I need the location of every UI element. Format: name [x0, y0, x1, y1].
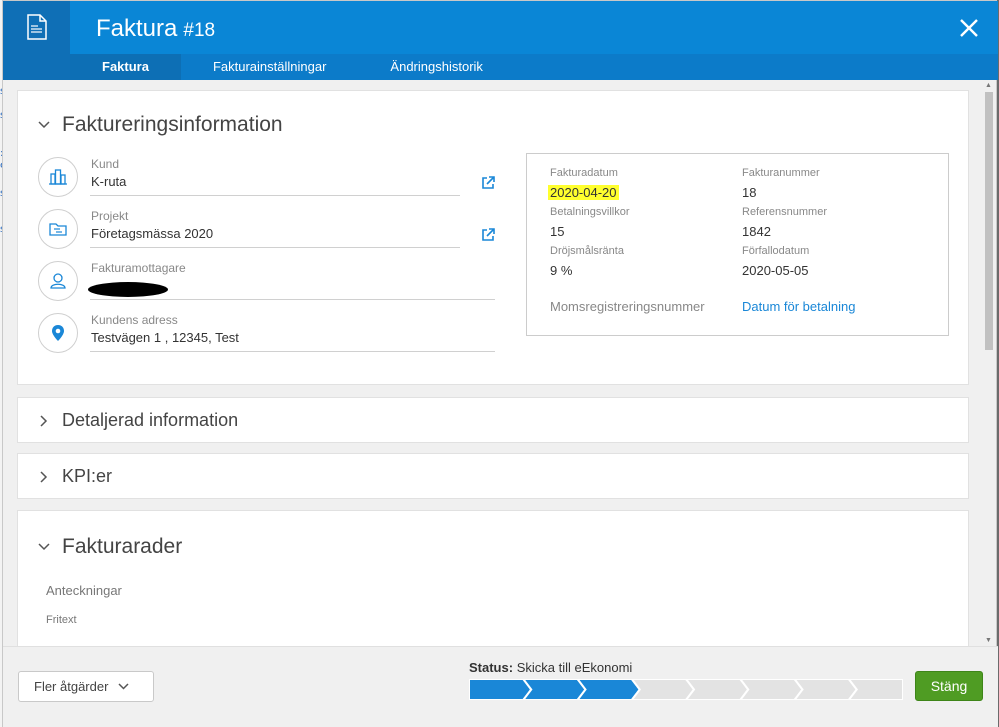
reference-number-value[interactable]: 1842 — [742, 224, 771, 239]
billing-info-card: Faktureringsinformation Kund K-ruta Proj… — [17, 90, 969, 385]
person-icon — [38, 261, 78, 301]
address-label: Kundens adress — [91, 313, 178, 327]
close-icon — [960, 19, 978, 37]
project-field: Projekt Företagsmässa 2020 — [38, 209, 498, 253]
progress-step — [469, 679, 533, 700]
recipient-label: Fakturamottagare — [91, 261, 186, 275]
chevron-down-icon — [118, 683, 129, 690]
recipient-redacted — [88, 282, 168, 297]
vat-number-label: Momsregistreringsnummer — [550, 299, 705, 314]
folder-icon — [38, 209, 78, 249]
address-field: Kundens adress Testvägen 1 , 12345, Test — [38, 313, 518, 357]
recipient-field: Fakturamottagare — [38, 261, 518, 305]
status-value: Skicka till eEkonomi — [516, 660, 633, 675]
chevron-down-icon[interactable] — [38, 121, 50, 129]
invoice-number-label: Fakturanummer — [742, 167, 820, 179]
progress-step — [684, 679, 750, 700]
modal-title: Faktura #18 — [96, 15, 215, 43]
notes-label: Anteckningar — [46, 583, 122, 598]
customer-value[interactable]: K-ruta — [91, 174, 126, 189]
address-value[interactable]: Testvägen 1 , 12345, Test — [91, 330, 239, 345]
detailed-info-card[interactable]: Detaljerad information — [17, 397, 969, 443]
invoice-rows-title: Fakturarader — [62, 535, 183, 558]
kpi-title: KPI:er — [62, 466, 113, 486]
customer-label: Kund — [91, 157, 120, 171]
building-icon — [38, 157, 78, 197]
kpi-card[interactable]: KPI:er — [17, 453, 969, 499]
free-text-label: Fritext — [46, 614, 77, 626]
scroll-down-arrow[interactable]: ▼ — [985, 637, 992, 644]
external-link-icon[interactable] — [480, 227, 496, 243]
modal-header: Faktura #18 Faktura Fakturainställningar … — [3, 1, 998, 80]
payment-terms-label: Betalningsvillkor — [550, 206, 630, 218]
status-text: Status: Skicka till eEkonomi — [469, 660, 632, 675]
progress-step — [630, 679, 696, 700]
status-label: Status: — [469, 660, 514, 675]
status-progress-bar — [469, 679, 903, 700]
invoice-number-value[interactable]: 18 — [742, 185, 756, 200]
progress-step — [738, 679, 804, 700]
chevron-right-icon[interactable] — [40, 415, 48, 427]
due-date-value[interactable]: 2020-05-05 — [742, 263, 809, 278]
more-actions-label: Fler åtgärder — [34, 679, 109, 694]
project-value[interactable]: Företagsmässa 2020 — [91, 226, 213, 241]
payment-date-link[interactable]: Datum för betalning — [742, 299, 855, 314]
chevron-down-icon[interactable] — [38, 543, 50, 551]
tab-bar: Faktura Fakturainställningar Ändringshis… — [70, 54, 515, 80]
reference-number-label: Referensnummer — [742, 206, 827, 218]
location-pin-icon — [38, 313, 78, 353]
invoice-details-box: Fakturadatum 2020-04-20 Fakturanummer 18… — [526, 153, 949, 336]
content-scrollbar[interactable]: ▲ ▼ — [983, 80, 995, 646]
detailed-info-title: Detaljerad information — [62, 410, 239, 430]
more-actions-button[interactable]: Fler åtgärder — [18, 671, 154, 702]
late-interest-label: Dröjsmålsränta — [550, 245, 624, 257]
close-modal-button[interactable] — [956, 15, 982, 41]
invoice-doc-icon-box — [3, 1, 70, 80]
progress-step — [793, 679, 859, 700]
invoice-date-text: 2020-04-20 — [548, 185, 619, 200]
progress-step — [576, 679, 642, 700]
customer-field: Kund K-ruta — [38, 157, 498, 201]
payment-terms-value[interactable]: 15 — [550, 224, 564, 239]
billing-info-title: Faktureringsinformation — [62, 113, 283, 136]
project-label: Projekt — [91, 209, 129, 223]
invoice-date-label: Fakturadatum — [550, 167, 618, 179]
scroll-up-arrow[interactable]: ▲ — [985, 82, 992, 89]
invoice-date-value[interactable]: 2020-04-20 — [548, 185, 619, 200]
progress-step — [521, 679, 587, 700]
modal-title-text: Faktura — [96, 15, 178, 42]
tab-andringshistorik[interactable]: Ändringshistorik — [358, 54, 515, 80]
scrollbar-thumb[interactable] — [985, 92, 993, 350]
invoice-number: #18 — [183, 20, 216, 41]
chevron-right-icon[interactable] — [40, 471, 48, 483]
tab-fakturainstallningar[interactable]: Fakturainställningar — [181, 54, 358, 80]
modal-content: Faktureringsinformation Kund K-ruta Proj… — [3, 80, 983, 646]
invoice-modal: Faktura #18 Faktura Fakturainställningar … — [2, 0, 998, 727]
modal-footer: Fler åtgärder Status: Skicka till eEkono… — [3, 646, 998, 727]
progress-step — [847, 679, 903, 700]
invoice-document-icon — [26, 14, 47, 40]
due-date-label: Förfallodatum — [742, 245, 810, 257]
late-interest-value[interactable]: 9 % — [550, 263, 572, 278]
invoice-rows-card: Fakturarader Anteckningar Fritext — [17, 510, 969, 646]
tab-faktura[interactable]: Faktura — [70, 54, 181, 80]
close-button[interactable]: Stäng — [915, 671, 983, 701]
external-link-icon[interactable] — [480, 175, 496, 191]
